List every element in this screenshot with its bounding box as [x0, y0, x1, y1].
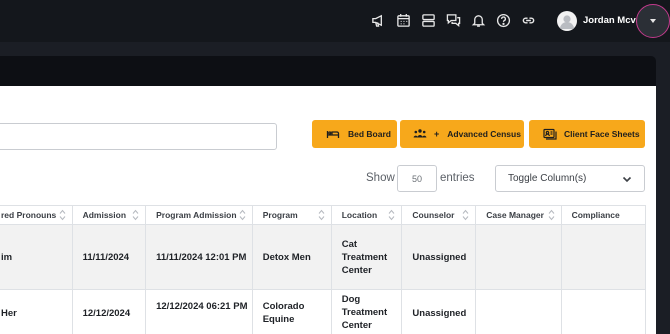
- id-card-icon: [543, 128, 557, 140]
- sort-icon: [548, 209, 554, 221]
- users-icon: [413, 129, 427, 138]
- toggle-columns-select[interactable]: Toggle Column(s): [495, 165, 645, 192]
- advanced-census-button[interactable]: + Advanced Census: [400, 120, 524, 148]
- avatar[interactable]: [557, 11, 577, 31]
- table-cell: Colorado Equine: [251, 289, 332, 334]
- column-header[interactable]: Program: [251, 205, 332, 225]
- entries-label: entries: [440, 172, 475, 184]
- table-cell: [560, 289, 647, 334]
- search-input[interactable]: [0, 123, 277, 150]
- page-header-band: [0, 56, 656, 86]
- sort-icon: [239, 209, 246, 221]
- megaphone-icon[interactable]: [370, 12, 386, 28]
- table-cell: [560, 224, 647, 290]
- column-header[interactable]: Admission: [71, 205, 147, 225]
- table-header-row: red Pronouns Admission Program Admission…: [0, 205, 647, 225]
- sort-icon: [462, 209, 469, 221]
- table-cell: Cat Treatment Center: [330, 224, 403, 290]
- table-cell: Dog Treatment Center: [330, 289, 403, 334]
- column-header[interactable]: Case Manager: [475, 205, 562, 225]
- table-row[interactable]: Her 12/12/2024 12/12/2024 06:21 PM Color…: [0, 289, 647, 334]
- entries-count-input[interactable]: 50: [397, 165, 437, 192]
- table-cell: [475, 224, 562, 290]
- table-cell: 11/11/2024 12:01 PM: [145, 224, 253, 290]
- table-cell: Her: [0, 289, 73, 334]
- sort-icon: [59, 209, 65, 221]
- client-table: red Pronouns Admission Program Admission…: [0, 205, 647, 334]
- client-face-sheets-button[interactable]: Client Face Sheets: [529, 120, 645, 148]
- chat-icon[interactable]: [445, 12, 461, 28]
- user-menu-dropdown-button[interactable]: [636, 4, 670, 38]
- bed-icon: [326, 131, 340, 138]
- table-cell: 11/11/2024: [71, 224, 147, 290]
- bed-board-button[interactable]: Bed Board: [312, 120, 397, 148]
- sort-icon: [318, 209, 325, 221]
- help-icon[interactable]: [495, 12, 511, 28]
- bell-icon[interactable]: [470, 12, 486, 28]
- chevron-down-icon: [622, 176, 632, 183]
- table-cell: im: [0, 224, 73, 290]
- table-cell: Unassigned: [401, 289, 477, 334]
- content-panel: Bed Board + Advanced Census Client Face …: [0, 86, 656, 334]
- caret-down-icon: [650, 19, 656, 23]
- column-header[interactable]: red Pronouns: [0, 205, 73, 225]
- sort-icon: [389, 209, 395, 221]
- link-icon[interactable]: [520, 12, 536, 28]
- column-header[interactable]: Counselor: [401, 205, 477, 225]
- table-cell: [475, 289, 562, 334]
- column-header[interactable]: Program Admission: [145, 205, 253, 225]
- table-cell: 12/12/2024: [71, 289, 147, 334]
- column-header[interactable]: Location: [330, 205, 403, 225]
- table-cell: 12/12/2024 06:21 PM: [145, 289, 253, 334]
- server-icon[interactable]: [420, 12, 436, 28]
- sort-icon: [132, 209, 139, 221]
- table-cell: Detox Men: [251, 224, 332, 290]
- table-row[interactable]: im 11/11/2024 11/11/2024 12:01 PM Detox …: [0, 224, 647, 290]
- column-header[interactable]: Compliance: [560, 205, 647, 225]
- calendar-icon[interactable]: [395, 12, 411, 28]
- top-navbar: Jordan Mcvay: [0, 0, 670, 42]
- table-cell: Unassigned: [401, 224, 477, 290]
- show-label: Show: [366, 172, 395, 184]
